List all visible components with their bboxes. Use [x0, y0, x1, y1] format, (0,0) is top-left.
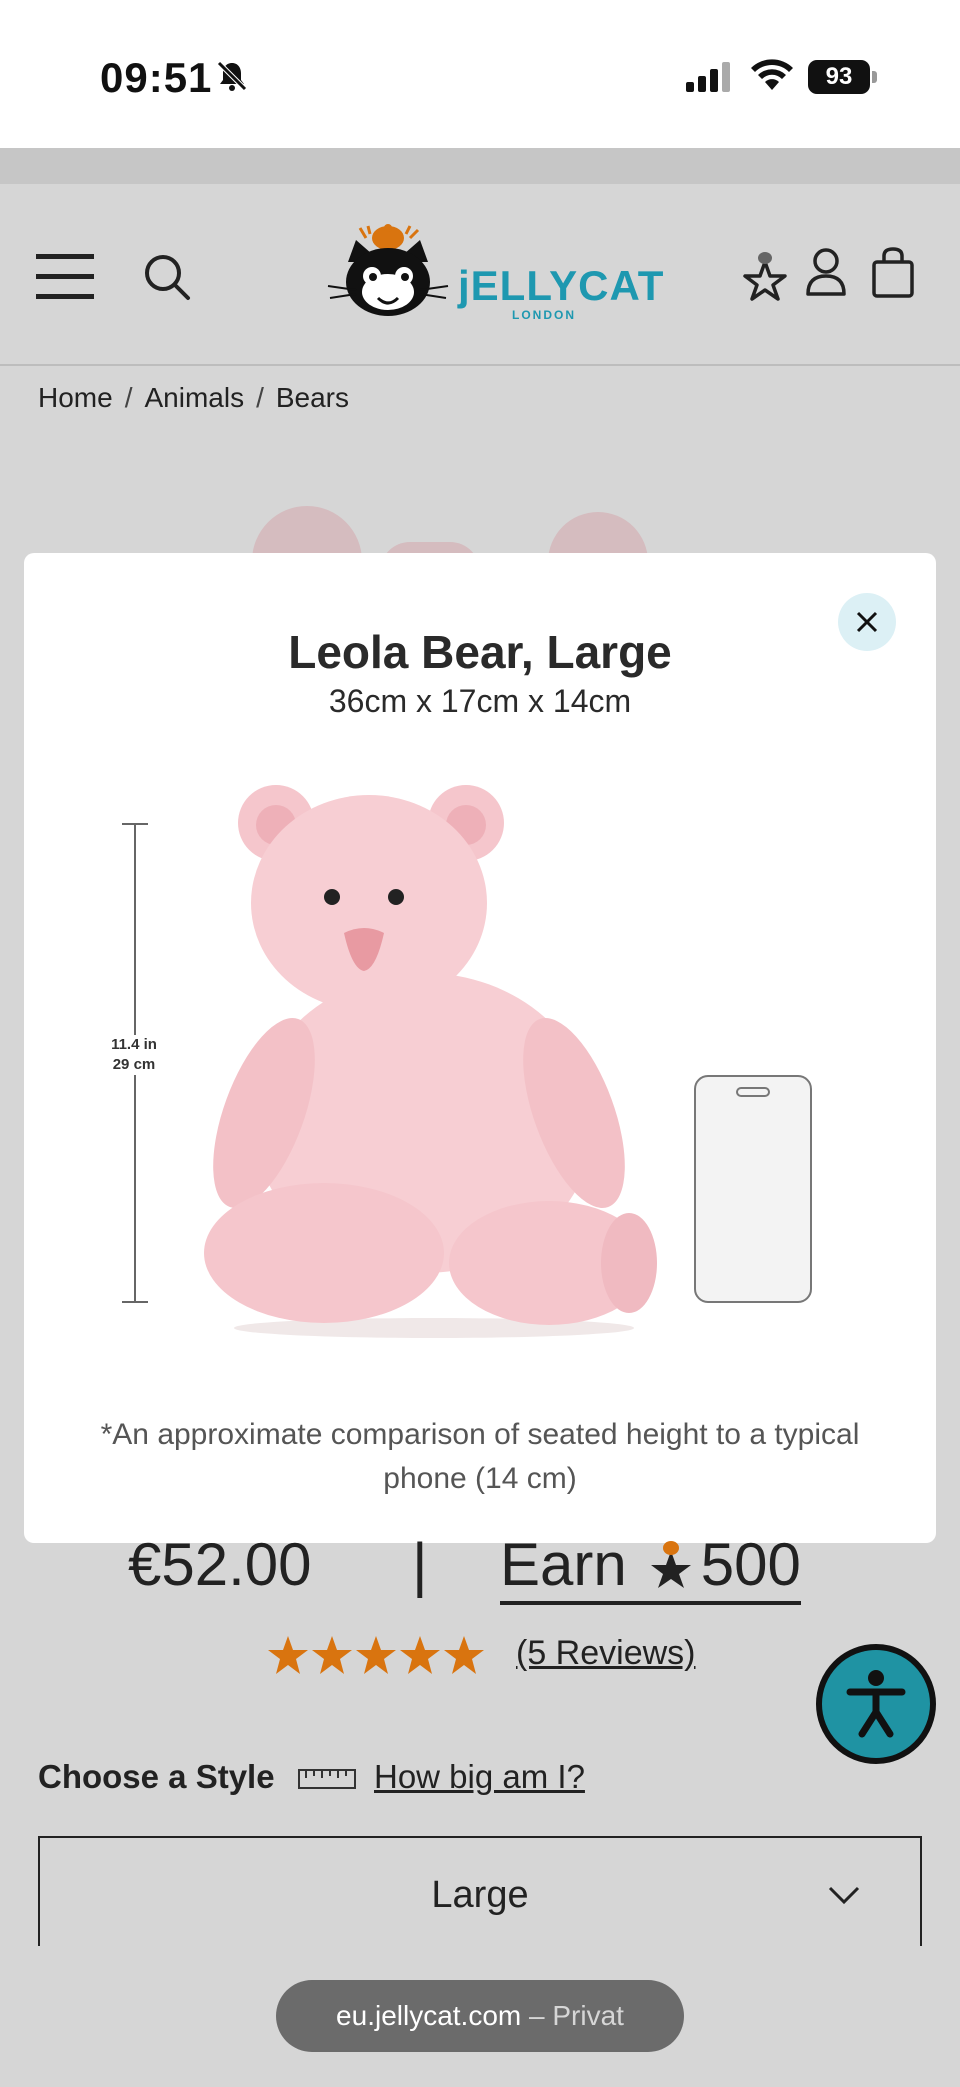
comparison-note: *An approximate comparison of seated hei… — [100, 1418, 860, 1495]
height-label: 11.4 in 29 cm — [102, 1035, 166, 1075]
breadcrumb-bears[interactable]: Bears — [276, 382, 349, 414]
size-guide-link[interactable]: How big am I? — [374, 1758, 585, 1796]
url-domain: eu.jellycat.com — [336, 2000, 522, 2031]
status-bar: 09:51 93 — [0, 0, 960, 148]
breadcrumb-separator: / — [124, 382, 133, 413]
height-cm: 29 cm — [112, 1056, 156, 1073]
rewards-star-icon[interactable] — [738, 246, 792, 302]
style-select[interactable]: Large — [38, 1836, 922, 1946]
browser-address-pill[interactable]: eu.jellycat.com – Privat — [276, 1980, 684, 2052]
breadcrumb-separator: / — [256, 382, 264, 413]
breadcrumb-home[interactable]: Home — [38, 382, 113, 414]
battery-tip — [872, 71, 877, 83]
logo-subtext: LONDON — [512, 308, 576, 322]
rewards-star-icon — [650, 1541, 691, 1588]
jellycat-logo[interactable]: jELLYCAT LONDON — [326, 224, 663, 324]
wifi-icon — [751, 59, 793, 90]
reviews-link[interactable]: (5 Reviews) — [516, 1634, 695, 1673]
earn-rewards-link[interactable]: Earn 500 — [500, 1530, 801, 1605]
price-row: €52.00 | Earn 500 — [0, 1530, 960, 1620]
logo-text: jELLYCAT — [458, 262, 665, 309]
signal-icon — [686, 62, 730, 92]
site-header: jELLYCAT LONDON — [0, 184, 960, 366]
size-guide-modal: Leola Bear, Large 36cm x 17cm x 14cm 11.… — [24, 553, 936, 1543]
height-inches: 11.4 in — [111, 1036, 157, 1053]
bag-icon[interactable] — [868, 246, 918, 298]
earn-points: 500 — [700, 1531, 801, 1598]
battery-level: 93 — [808, 60, 870, 94]
style-label: Choose a Style — [38, 1758, 275, 1795]
menu-icon[interactable] — [36, 254, 96, 300]
breadcrumb-animals[interactable]: Animals — [144, 382, 244, 414]
rating-stars — [268, 1636, 484, 1674]
battery-icon: 93 — [808, 60, 877, 94]
product-image-bear — [204, 785, 657, 1338]
page-band — [0, 148, 960, 184]
modal-title: Leola Bear, Large — [288, 626, 672, 678]
browsing-mode: – Privat — [529, 2000, 624, 2031]
style-select-value: Large — [431, 1874, 529, 1916]
search-icon[interactable] — [142, 252, 192, 302]
ruler-icon — [298, 1769, 356, 1789]
modal-dimensions: 36cm x 17cm x 14cm — [328, 683, 632, 719]
breadcrumb: Home / Animals / Bears — [38, 382, 349, 414]
accessibility-button[interactable] — [816, 1644, 936, 1764]
price: €52.00 — [128, 1531, 312, 1598]
account-icon[interactable] — [802, 246, 850, 298]
price-separator: | — [412, 1531, 428, 1598]
earn-label: Earn — [500, 1531, 627, 1598]
bell-slash-icon — [217, 61, 247, 91]
cat-logo-icon — [327, 224, 449, 316]
chevron-down-icon — [828, 1886, 860, 1905]
phone-silhouette — [694, 1075, 812, 1303]
status-time: 09:51 — [100, 54, 213, 101]
accessibility-icon — [846, 1670, 906, 1738]
phone-notch — [736, 1087, 770, 1097]
